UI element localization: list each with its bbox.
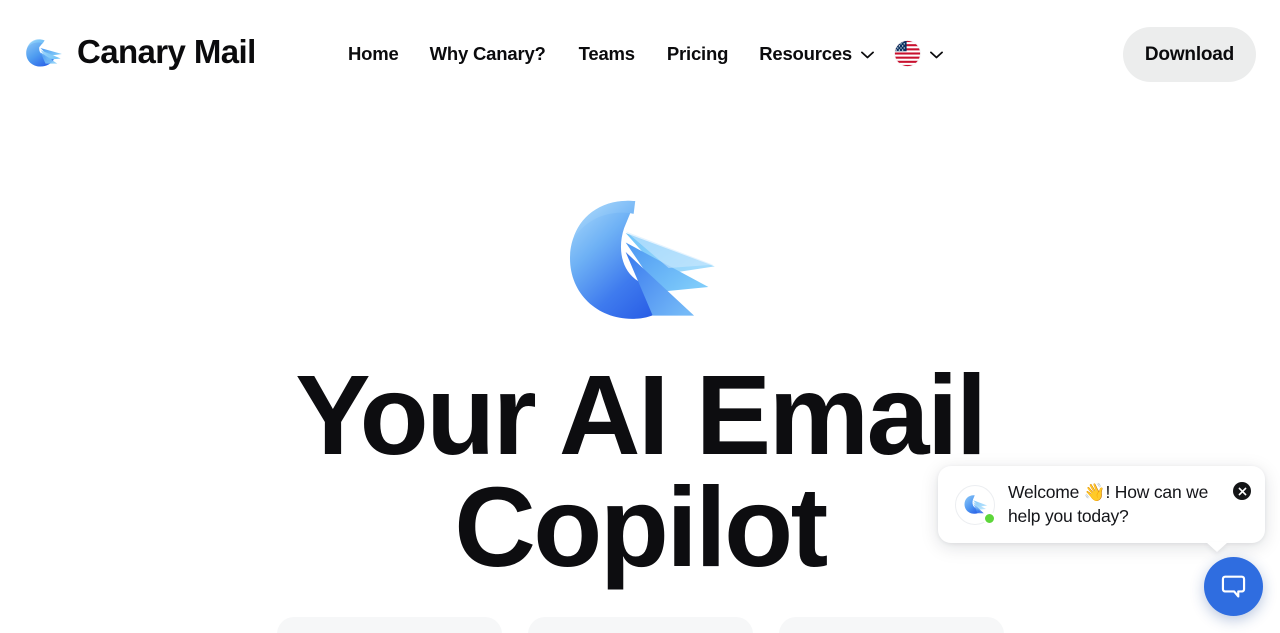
page-title: Your AI Email Copilot — [275, 359, 1005, 584]
nav-item-home[interactable]: Home — [348, 43, 399, 65]
nav-item-label: Pricing — [666, 42, 729, 64]
chat-launcher-button[interactable] — [1204, 557, 1263, 616]
canary-bird-logo-icon — [22, 30, 64, 72]
nav-item-resources[interactable]: Resources — [759, 43, 874, 65]
nav-item-label: Home — [348, 42, 399, 64]
site-header: Canary Mail Home Why Canary? Teams Prici… — [0, 0, 1280, 108]
hero-title-line-1: Your AI Email — [295, 352, 987, 478]
main-navigation: Home Why Canary? Teams Pricing Resources — [348, 40, 943, 67]
feature-card[interactable] — [778, 617, 1004, 633]
brand-name: Canary Mail — [77, 32, 256, 70]
language-selector[interactable] — [894, 40, 943, 67]
us-flag-icon — [894, 40, 922, 67]
nav-item-why-canary[interactable]: Why Canary? — [430, 43, 546, 65]
nav-item-teams[interactable]: Teams — [579, 43, 635, 65]
online-status-dot — [983, 511, 996, 525]
close-icon[interactable] — [1233, 482, 1251, 500]
download-button[interactable]: Download — [1123, 27, 1256, 82]
chat-welcome-message: Welcome 👋! How can we help you today? — [1008, 481, 1209, 526]
nav-item-label: Why Canary? — [429, 42, 546, 64]
nav-item-label: Resources — [759, 42, 853, 64]
nav-item-label: Teams — [578, 42, 635, 64]
chat-welcome-bubble: Welcome 👋! How can we help you today? — [938, 466, 1265, 543]
hero-title-line-2: Copilot — [454, 463, 828, 590]
feature-card-strip — [0, 617, 1280, 633]
canary-bird-logo-large-icon — [0, 190, 1280, 330]
brand-logo-link[interactable]: Canary Mail — [22, 30, 256, 72]
chevron-down-icon — [930, 51, 943, 59]
feature-card[interactable] — [527, 617, 753, 633]
landing-page: Canary Mail Home Why Canary? Teams Prici… — [0, 0, 1280, 633]
feature-card[interactable] — [276, 617, 502, 633]
nav-item-pricing[interactable]: Pricing — [666, 42, 729, 65]
chevron-down-icon — [861, 51, 874, 59]
chat-bubble-icon — [1219, 572, 1248, 601]
avatar — [955, 484, 996, 525]
